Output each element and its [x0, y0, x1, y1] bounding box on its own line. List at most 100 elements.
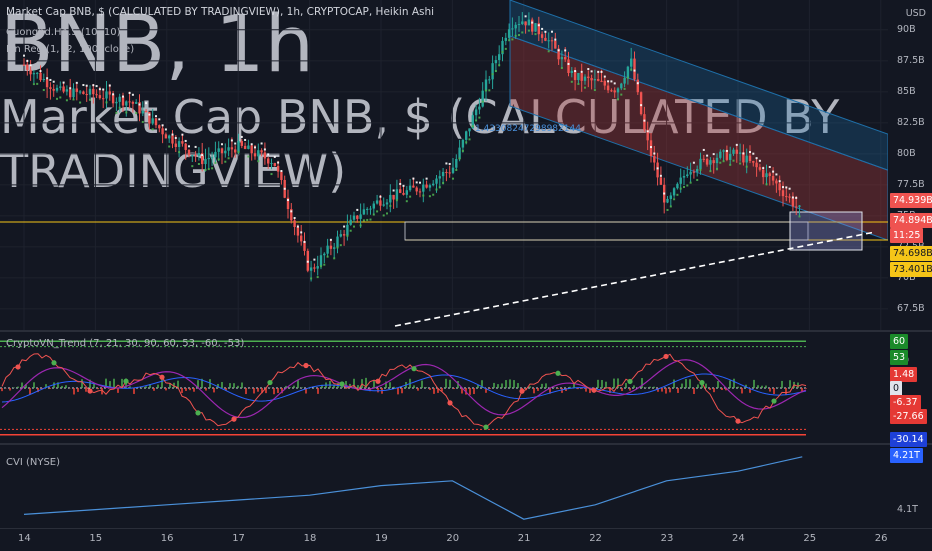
ha-signal-dot: [316, 276, 319, 279]
pane-separator[interactable]: [0, 443, 932, 445]
cvi-pane[interactable]: CVI (NYSE): [0, 446, 888, 528]
currency-label[interactable]: USD: [906, 8, 926, 19]
oscillator-chart[interactable]: [0, 333, 888, 443]
ha-signal-dot: [112, 93, 115, 96]
level-label[interactable]: 73.401B: [890, 262, 932, 277]
cvi-tick: 4.1T: [897, 503, 918, 515]
cvi-line: [23, 456, 803, 520]
pane-separator[interactable]: [0, 330, 932, 332]
ha-signal-dot: [758, 159, 761, 162]
ha-signal-dot: [379, 195, 382, 198]
ha-signal-dot: [623, 87, 626, 90]
ha-signal-dot: [521, 31, 524, 34]
ha-signal-dot: [689, 181, 692, 184]
ha-signal-dot: [732, 159, 735, 162]
candle-body: [187, 149, 191, 156]
osc-value-label[interactable]: -30.14: [890, 432, 927, 447]
ha-signal-dot: [795, 196, 798, 199]
candle-body: [445, 171, 448, 173]
level-label[interactable]: 74.698B: [890, 246, 932, 261]
ha-signal-dot: [448, 162, 451, 165]
ha-signal-dot: [775, 173, 778, 176]
oscillator-title[interactable]: CryptoVN_Trend (7, 21, 30, 90, 60, 53, -…: [6, 338, 244, 349]
chart-title[interactable]: Market Cap BNB, $ (CALCULATED BY TRADING…: [6, 6, 434, 18]
candle-body: [408, 185, 412, 191]
ha-signal-dot: [663, 192, 666, 195]
candle-body: [395, 189, 399, 200]
cvi-title[interactable]: CVI (NYSE): [6, 457, 60, 468]
candle-body: [181, 141, 184, 144]
ha-signal-dot: [514, 34, 517, 37]
ha-signal-dot: [669, 205, 672, 208]
ha-signal-dot: [224, 160, 227, 163]
candle-body: [260, 150, 263, 153]
candle-body: [762, 169, 765, 178]
ha-signal-dot: [353, 225, 355, 228]
ha-signal-dot: [237, 151, 240, 154]
cvi-value-label[interactable]: 4.21T: [890, 448, 923, 463]
candle-body: [689, 171, 692, 175]
candle-body: [214, 151, 217, 158]
osc-zero-label[interactable]: 0: [890, 381, 903, 396]
osc-level-label[interactable]: 60: [890, 334, 909, 350]
ha-signal-dot: [52, 80, 55, 83]
ha-signal-dot: [128, 91, 131, 94]
candle-body: [75, 88, 78, 92]
ha-signal-dot: [709, 170, 712, 173]
candle-body: [715, 157, 719, 164]
ha-signal-dot: [785, 186, 788, 189]
ha-signal-dot: [636, 82, 639, 85]
ha-signal-dot: [537, 24, 540, 27]
ha-signal-dot: [778, 180, 781, 183]
oscillator-pane[interactable]: CryptoVN_Trend (7, 21, 30, 90, 60, 53, -…: [0, 333, 888, 443]
time-tick: 23: [660, 533, 674, 544]
candle-body: [105, 91, 108, 99]
ha-signal-dot: [313, 258, 316, 261]
osc-signal-dot: [591, 387, 597, 393]
candle-body: [768, 173, 771, 177]
candle-body: [669, 195, 672, 199]
candle-body: [32, 73, 36, 75]
ha-signal-dot: [742, 152, 745, 155]
osc-value-label[interactable]: 1.48: [890, 366, 918, 382]
ha-signal-dot: [488, 89, 491, 92]
osc-signal-dot: [15, 364, 21, 370]
osc-level-label[interactable]: 53: [890, 349, 909, 365]
time-tick: 18: [303, 533, 317, 544]
ha-signal-dot: [122, 95, 124, 98]
indicator-label-linreg[interactable]: Lin Reg (1, -2, 100, close): [6, 44, 134, 55]
candle-body: [432, 183, 435, 186]
price-label[interactable]: 74.894B: [890, 213, 932, 228]
candle-body: [755, 162, 758, 168]
price-pane[interactable]: BNB, 1h Market Cap BNB, $ (CALCULATED BY…: [0, 0, 888, 330]
ha-signal-dot: [69, 87, 72, 90]
ha-signal-dot: [320, 265, 322, 268]
ha-signal-dot: [395, 199, 398, 202]
cvi-chart[interactable]: [0, 446, 888, 528]
osc-value-label[interactable]: -27.66: [890, 409, 927, 425]
candle-body: [85, 94, 88, 96]
candle-body: [161, 128, 164, 135]
ha-signal-dot: [399, 182, 402, 185]
candle-body: [636, 79, 639, 93]
ha-signal-dot: [422, 194, 425, 197]
ha-signal-dot: [557, 49, 560, 52]
time-axis[interactable]: 14 15 16 17 18 19 20 21 22 23 24 25 26: [0, 528, 932, 551]
ha-signal-dot: [419, 181, 421, 184]
ha-signal-dot: [676, 193, 679, 196]
countdown-label[interactable]: 11:25: [890, 228, 924, 243]
ha-signal-dot: [158, 118, 161, 121]
candle-body: [300, 235, 303, 242]
candle-body: [346, 224, 349, 236]
ha-signal-dot: [234, 142, 237, 145]
ha-signal-dot: [712, 153, 715, 156]
ha-signal-dot: [46, 77, 49, 80]
osc-signal-dot: [267, 379, 273, 386]
candle-body: [141, 110, 144, 114]
indicator-label-ha[interactable]: Cuongnd.HA.S (10, 10): [6, 27, 121, 38]
candle-body: [352, 215, 356, 220]
ha-signal-dot: [475, 119, 478, 122]
ha-signal-dot: [527, 29, 530, 32]
price-label[interactable]: 74.939B: [890, 193, 932, 208]
ha-signal-dot: [174, 136, 177, 139]
